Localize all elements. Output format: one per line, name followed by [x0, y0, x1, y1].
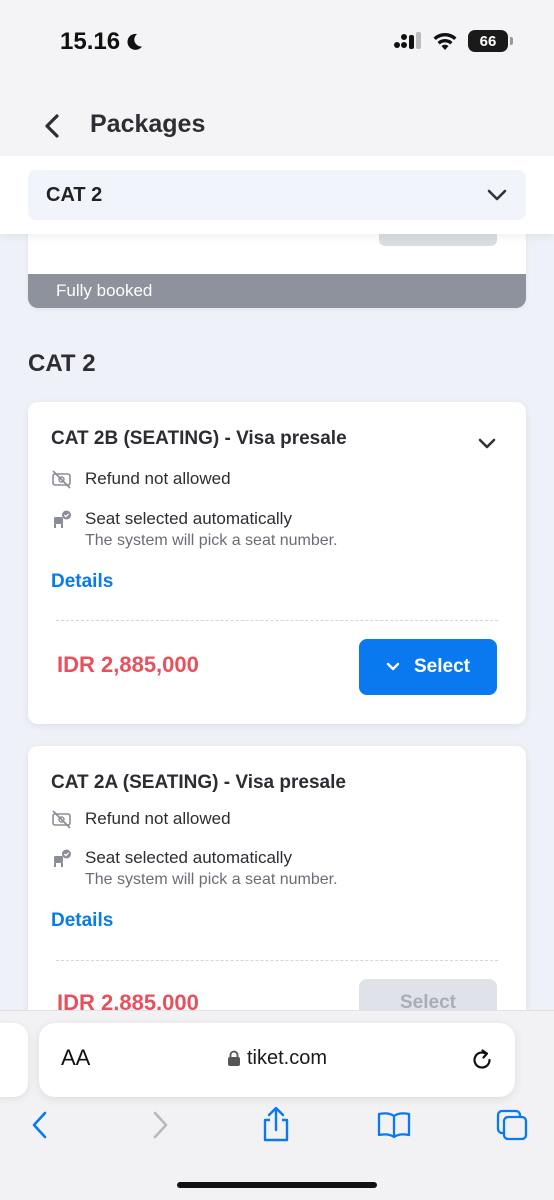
battery-level: 66 [479, 32, 497, 50]
status-time: 15.16 [60, 28, 144, 56]
package-name: CAT 2A (SEATING) - Visa presale [51, 772, 346, 793]
refund-text: Refund not allowed [85, 809, 231, 828]
seat-check-icon [54, 510, 71, 528]
seat-text: Seat selected automatically [85, 848, 292, 867]
no-refund-icon [52, 470, 71, 489]
section-title: CAT 2 [28, 350, 96, 377]
package-card: CAT 2A (SEATING) - Visa presale Refund n… [28, 746, 526, 1046]
book-icon [377, 1112, 411, 1139]
browser-back-button[interactable] [20, 1105, 60, 1145]
url-text: tiket.com [246, 1047, 328, 1069]
moon-icon [127, 33, 143, 50]
chevron-left-icon [45, 114, 59, 138]
bookmarks-button[interactable] [374, 1105, 414, 1145]
tabs-icon [496, 1109, 528, 1141]
share-button[interactable] [256, 1105, 296, 1145]
details-link[interactable]: Details [51, 910, 113, 932]
refund-text: Refund not allowed [85, 469, 231, 488]
divider [56, 620, 498, 621]
cellular-signal-icon [394, 32, 421, 49]
time-label: 15.16 [60, 28, 121, 55]
divider [56, 960, 498, 961]
seat-text: Seat selected automatically [85, 509, 292, 528]
browser-forward-button[interactable] [140, 1105, 180, 1145]
status-icons: 66 [394, 30, 513, 52]
package-card: CAT 2B (SEATING) - Visa presale Refund n… [28, 402, 526, 724]
chevron-left-icon [32, 1111, 47, 1139]
chevron-down-icon [386, 662, 400, 671]
seat-subtext: The system will pick a seat number. [85, 871, 338, 888]
chevron-right-icon [153, 1111, 168, 1139]
lock-icon [227, 1050, 240, 1066]
category-selected-value: CAT 2 [46, 183, 103, 206]
no-refund-icon [52, 810, 71, 829]
chevron-down-icon[interactable] [476, 432, 498, 454]
browser-toolbar: AA tiket.com [0, 1010, 554, 1200]
wifi-icon [433, 33, 457, 50]
seat-selection: Seat selected automatically The system w… [51, 847, 338, 891]
refund-policy: Refund not allowed [51, 808, 231, 830]
previous-tab-peek[interactable] [0, 1023, 28, 1097]
share-icon [263, 1107, 289, 1142]
seat-check-icon [54, 849, 71, 867]
back-button[interactable] [36, 110, 68, 142]
category-dropdown[interactable]: CAT 2 [28, 170, 526, 220]
seat-subtext: The system will pick a seat number. [85, 532, 338, 549]
url-display[interactable]: tiket.com [39, 1047, 515, 1070]
seat-selection: Seat selected automatically The system w… [51, 508, 338, 552]
chevron-down-icon [487, 189, 507, 201]
status-bar: 15.16 66 [0, 0, 554, 88]
select-button[interactable]: Select [359, 639, 497, 695]
tabs-button[interactable] [492, 1105, 532, 1145]
reload-icon[interactable] [469, 1047, 495, 1073]
details-link[interactable]: Details [51, 571, 113, 593]
app-header: Packages [0, 88, 554, 160]
category-bar: CAT 2 [0, 156, 554, 234]
home-indicator [177, 1182, 377, 1188]
package-name: CAT 2B (SEATING) - Visa presale [51, 428, 347, 449]
address-bar[interactable]: AA tiket.com [39, 1023, 515, 1097]
fully-booked-banner: Fully booked [28, 274, 526, 308]
battery-indicator: 66 [468, 30, 513, 52]
page-title: Packages [90, 110, 206, 138]
price: IDR 2,885,000 [57, 652, 199, 677]
refund-policy: Refund not allowed [51, 468, 231, 490]
select-label: Select [414, 656, 470, 677]
